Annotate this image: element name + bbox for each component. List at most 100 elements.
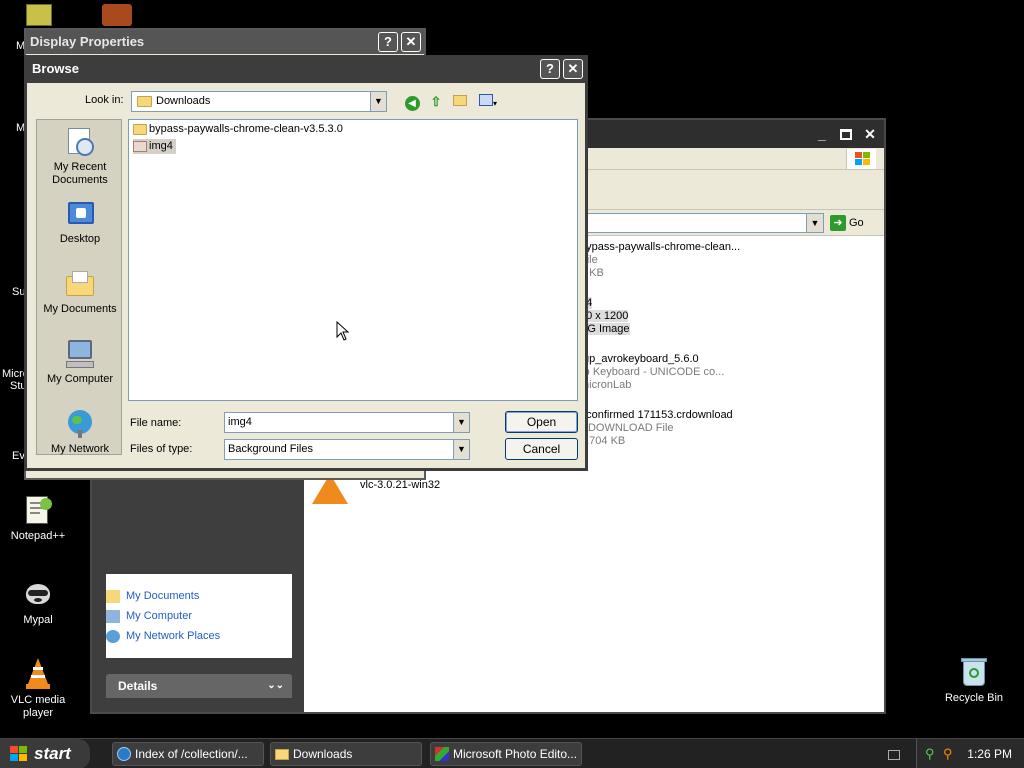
task-link-label: My Computer xyxy=(126,610,193,622)
look-in-select[interactable]: Downloads ▼ xyxy=(131,91,387,112)
look-in-value: Downloads xyxy=(156,95,211,107)
file-name: bypass-paywalls-chrome-clean-v3.5.3.0 xyxy=(149,123,343,135)
taskbar-button-downloads[interactable]: Downloads xyxy=(270,742,422,766)
taskbar-button-browser[interactable]: Index of /collection/... xyxy=(112,742,264,766)
cancel-button[interactable]: Cancel xyxy=(505,438,578,460)
up-folder-icon[interactable]: ⇧ xyxy=(427,93,445,111)
place-my-documents[interactable]: My Documents xyxy=(37,268,123,316)
task-link-my-computer[interactable]: My Computer xyxy=(106,610,193,623)
my-network-icon xyxy=(64,408,96,440)
display-properties-titlebar[interactable]: Display Properties ? ✕ xyxy=(26,30,424,54)
mouse-cursor-icon xyxy=(336,321,350,341)
list-item[interactable]: bypass-paywalls-chrome-clean... File 2 K… xyxy=(580,241,1020,280)
window-title: Display Properties xyxy=(30,34,145,49)
list-item[interactable]: bypass-paywalls-chrome-clean-v3.5.3.0 xyxy=(133,122,343,137)
look-in-label: Look in: xyxy=(85,94,124,106)
maximize-icon[interactable] xyxy=(836,125,856,145)
keyboard-language-icon[interactable] xyxy=(888,750,900,760)
minimize-icon[interactable]: _ xyxy=(812,125,832,145)
search-tray-icon[interactable]: ⚲ xyxy=(943,747,957,761)
desktop-icon-notepad-plus-plus[interactable]: Notepad++ xyxy=(0,494,76,543)
chevron-down-icon[interactable]: ▼ xyxy=(370,91,387,112)
clock[interactable]: 1:26 PM xyxy=(967,739,1012,768)
taskbar-button-label: Index of /collection/... xyxy=(135,747,248,761)
back-icon[interactable]: ◀ xyxy=(403,93,421,111)
place-my-recent-documents[interactable]: My Recent Documents xyxy=(37,126,123,187)
dialog-title: Browse xyxy=(32,61,79,76)
file-name: bypass-paywalls-chrome-clean... xyxy=(580,241,741,253)
file-name-input[interactable]: img4 ▼ xyxy=(224,412,470,433)
desktop-icon-recycle-bin[interactable]: Recycle Bin xyxy=(936,656,1012,705)
place-label: My Network xyxy=(50,443,110,455)
network-tray-icon[interactable]: ⚲ xyxy=(925,747,939,761)
clipped-label-6: Ev xyxy=(12,450,25,462)
place-desktop[interactable]: Desktop xyxy=(37,198,123,246)
close-button[interactable]: ✕ xyxy=(401,32,421,52)
chevron-down-icon[interactable]: ▼ xyxy=(453,412,470,433)
view-menu-icon[interactable]: ▾ xyxy=(475,93,501,111)
file-company: micronLab xyxy=(580,379,632,391)
file-type: EG Image xyxy=(580,323,630,335)
help-icon: ? xyxy=(546,61,554,76)
recent-documents-icon xyxy=(64,126,96,158)
file-name[interactable]: vlc-3.0.21-win32 xyxy=(360,479,440,491)
photo-editor-icon xyxy=(435,747,449,761)
task-link-my-network-places[interactable]: My Network Places xyxy=(106,630,221,643)
chevron-down-icon[interactable]: ▼ xyxy=(806,213,824,233)
file-name-value: img4 xyxy=(228,416,252,428)
file-name: img4 xyxy=(149,140,173,152)
file-type-label: Files of type: xyxy=(130,443,193,455)
help-button[interactable]: ? xyxy=(540,59,560,79)
chevron-down-icon: ⌄⌄ xyxy=(267,680,284,691)
windows-logo-icon xyxy=(10,746,28,762)
browser-icon xyxy=(117,747,131,761)
task-link-my-documents[interactable]: My Documents xyxy=(106,590,199,603)
network-places-icon xyxy=(106,630,120,643)
place-my-computer[interactable]: My Computer xyxy=(37,338,123,386)
help-icon: ? xyxy=(384,34,392,49)
file-type-select[interactable]: Background Files ▼ xyxy=(224,439,470,460)
chevron-down-icon[interactable]: ▼ xyxy=(453,439,470,460)
browse-titlebar[interactable]: Browse ? ✕ xyxy=(24,55,588,83)
close-icon[interactable]: ✕ xyxy=(860,125,880,145)
desktop-icon-vlc[interactable]: VLC media player xyxy=(0,658,76,720)
desktop-icon-label: Mypal xyxy=(23,614,53,626)
new-folder-icon[interactable] xyxy=(451,93,469,111)
desktop-icon-clipped-1[interactable] xyxy=(26,4,52,26)
list-item[interactable]: tup_avrokeyboard_5.6.0 ro Keyboard - UNI… xyxy=(580,353,1020,392)
notepad-plus-plus-icon xyxy=(22,494,54,526)
file-type: RDOWNLOAD File xyxy=(580,422,674,434)
desktop-icon xyxy=(64,198,96,230)
help-button[interactable]: ? xyxy=(378,32,398,52)
details-label: Details xyxy=(118,679,158,693)
folder-icon xyxy=(133,124,147,135)
desktop-icon-mypal[interactable]: Mypal xyxy=(0,578,76,627)
close-button[interactable]: ✕ xyxy=(563,59,583,79)
list-item[interactable]: g4 20 x 1200 EG Image xyxy=(580,297,1020,336)
place-label: My Computer xyxy=(46,373,114,385)
file-type-value: Background Files xyxy=(228,443,313,455)
list-item[interactable]: img4 xyxy=(133,139,176,154)
file-name: nconfirmed 171153.crdownload xyxy=(580,409,733,421)
my-documents-icon xyxy=(106,590,120,603)
folder-icon xyxy=(275,749,289,760)
list-item[interactable]: nconfirmed 171153.crdownload RDOWNLOAD F… xyxy=(580,409,1020,448)
go-button[interactable]: ➜ Go xyxy=(830,214,878,232)
taskbar-button-label: Downloads xyxy=(293,747,353,761)
taskbar-button-photo-editor[interactable]: Microsoft Photo Edito... xyxy=(430,742,582,766)
desktop-icon-label: Recycle Bin xyxy=(944,692,1004,704)
file-name: g4 xyxy=(580,297,1020,310)
desktop-icon-clipped-2[interactable] xyxy=(102,4,132,26)
file-list[interactable]: bypass-paywalls-chrome-clean-v3.5.3.0 im… xyxy=(128,119,578,401)
place-label: Desktop xyxy=(59,233,101,245)
system-tray: ⚲ ⚲ 1:26 PM xyxy=(916,739,1024,768)
file-size: 6,704 KB xyxy=(580,435,626,447)
task-link-label: My Network Places xyxy=(126,630,221,642)
open-button[interactable]: Open xyxy=(505,411,578,433)
place-my-network[interactable]: My Network xyxy=(37,408,123,456)
browse-dialog: Browse ? ✕ Look in: Downloads ▼ ◀ ⇧ ▾ My… xyxy=(24,55,588,471)
start-button[interactable]: start xyxy=(0,739,90,768)
close-icon: ✕ xyxy=(405,34,417,49)
start-label: start xyxy=(34,744,71,763)
details-panel-header[interactable]: Details ⌄⌄ xyxy=(106,674,292,698)
